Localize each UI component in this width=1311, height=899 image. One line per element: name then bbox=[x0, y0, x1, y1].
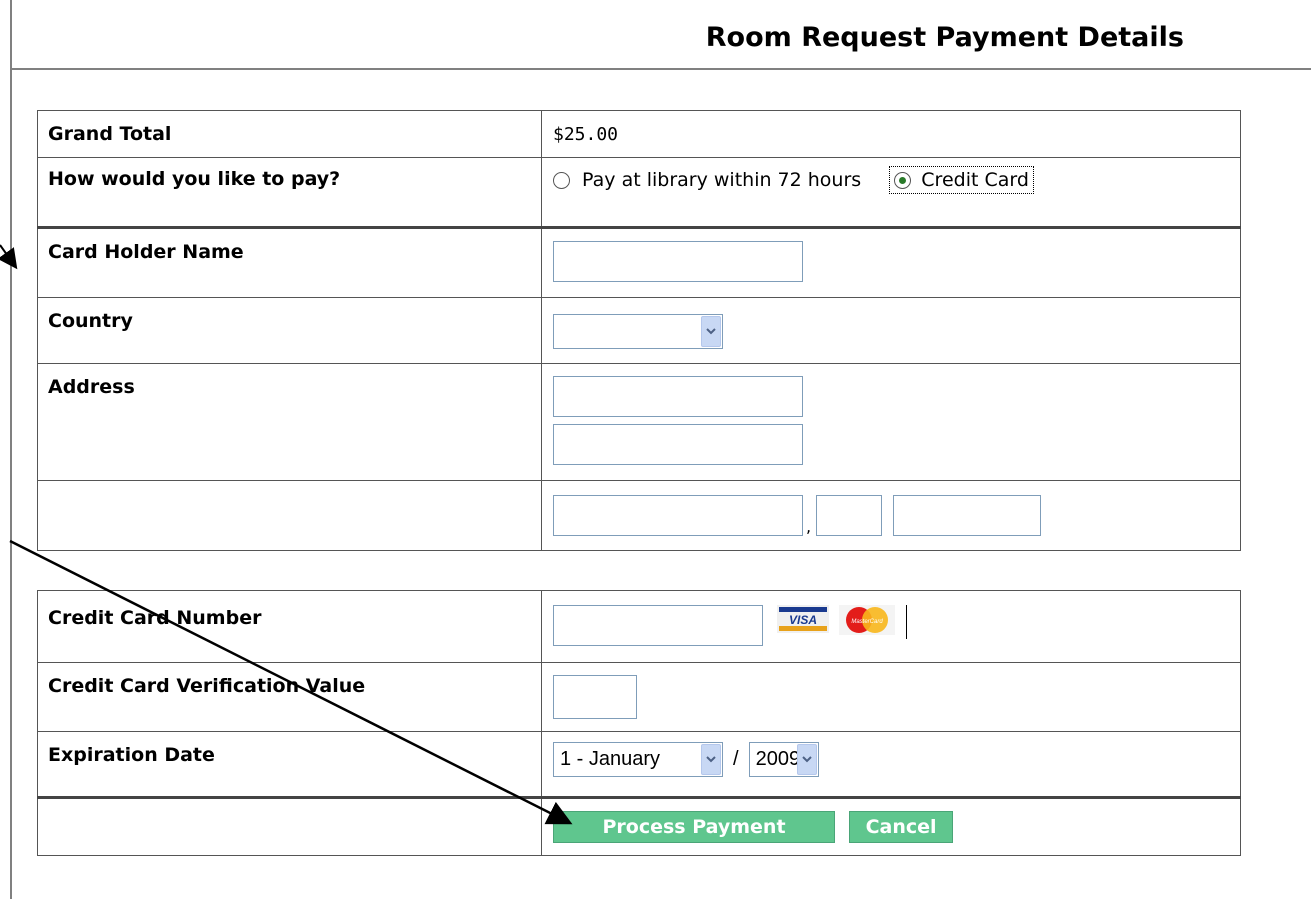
annotation-arrows bbox=[0, 244, 573, 825]
arrow-to-left-edge bbox=[0, 244, 18, 270]
arrow-to-process-button bbox=[9, 539, 573, 825]
